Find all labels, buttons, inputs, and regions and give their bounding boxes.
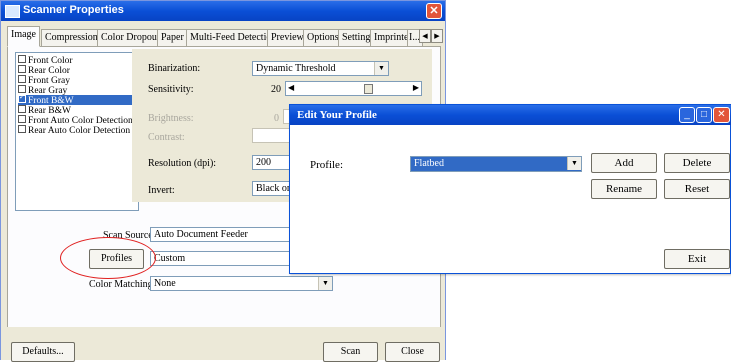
scan-source-select[interactable]: Auto Document Feeder <box>150 227 291 242</box>
checkbox[interactable] <box>18 65 26 73</box>
profile-label: Profile: <box>310 159 343 171</box>
binarization-label: Binarization: <box>148 63 201 74</box>
tab-preview[interactable]: Preview <box>267 29 308 46</box>
list-item[interactable]: Rear B&W <box>18 105 136 116</box>
scan-button[interactable]: Scan <box>323 342 378 362</box>
checkbox[interactable] <box>18 55 26 63</box>
list-item[interactable]: Rear Color <box>18 65 136 76</box>
sensitivity-slider[interactable]: ◀ ▶ <box>285 81 422 96</box>
dialog-title: Edit Your Profile <box>297 109 377 121</box>
image-type-list[interactable]: Front Color Rear Color Front Gray Rear G… <box>15 52 139 211</box>
tab-compression[interactable]: Compression <box>41 29 102 46</box>
resolution-label: Resolution (dpi): <box>148 158 217 169</box>
contrast-slider[interactable] <box>252 128 291 143</box>
scanner-title-bar[interactable]: Scanner Properties ✕ <box>1 1 445 21</box>
delete-button[interactable]: Delete <box>664 153 730 173</box>
reset-button[interactable]: Reset <box>664 179 730 199</box>
list-item[interactable]: Rear Gray <box>18 85 136 96</box>
close-icon[interactable]: ✕ <box>426 3 442 19</box>
chevron-down-icon[interactable]: ▼ <box>374 62 388 75</box>
list-item[interactable]: Rear Auto Color Detection <box>18 125 136 136</box>
scanner-window-title: Scanner Properties <box>23 4 124 16</box>
tab-image[interactable]: Image <box>7 26 40 47</box>
chevron-down-icon[interactable]: ▼ <box>567 157 581 170</box>
checkbox[interactable] <box>18 115 26 123</box>
color-matching-label: Color Matching: <box>89 279 156 290</box>
maximize-icon[interactable]: □ <box>696 107 712 123</box>
slider-thumb[interactable] <box>364 84 373 94</box>
list-item[interactable]: Front Color <box>18 55 136 66</box>
brightness-value: 0 <box>274 113 279 124</box>
minimize-icon[interactable]: _ <box>679 107 695 123</box>
color-matching-select[interactable]: None ▼ <box>150 276 333 291</box>
tab-options[interactable]: Options <box>303 29 343 46</box>
tab-paper[interactable]: Paper <box>157 29 188 46</box>
binarization-select[interactable]: Dynamic Threshold ▼ <box>252 61 389 76</box>
scanner-app-icon <box>5 5 20 18</box>
close-button[interactable]: Close <box>385 342 440 362</box>
list-item-selected[interactable]: ✓ Front B&W <box>18 93 136 106</box>
rename-button[interactable]: Rename <box>591 179 657 199</box>
checkbox[interactable] <box>18 75 26 83</box>
sensitivity-label: Sensitivity: <box>148 84 194 95</box>
highlight-circle <box>60 237 156 279</box>
brightness-label: Brightness: <box>148 113 194 124</box>
checkbox[interactable] <box>18 105 26 113</box>
slider-left-arrow-icon[interactable]: ◀ <box>288 83 294 92</box>
list-item[interactable]: Front Gray <box>18 75 136 86</box>
tab-scroll-right-icon[interactable]: ▶ <box>431 29 443 43</box>
invert-label: Invert: <box>148 185 175 196</box>
slider-right-arrow-icon[interactable]: ▶ <box>413 83 419 92</box>
profile-select[interactable]: Flatbed ▼ <box>410 156 582 172</box>
add-button[interactable]: Add <box>591 153 657 173</box>
list-item[interactable]: Front Auto Color Detection <box>18 115 136 126</box>
tab-setting[interactable]: Setting <box>338 29 375 46</box>
defaults-button[interactable]: Defaults... <box>11 342 75 362</box>
checkbox[interactable] <box>18 125 26 133</box>
invert-select[interactable]: Black on W <box>252 181 291 196</box>
chevron-down-icon[interactable]: ▼ <box>318 277 332 290</box>
dialog-title-bar[interactable]: Edit Your Profile _ □ ✕ <box>290 105 731 125</box>
edit-profile-dialog: Edit Your Profile _ □ ✕ Profile: Flatbed… <box>289 104 731 274</box>
close-icon[interactable]: ✕ <box>713 107 730 123</box>
sensitivity-value: 20 <box>271 84 281 95</box>
contrast-label: Contrast: <box>148 132 185 143</box>
tab-scroll-left-icon[interactable]: ◀ <box>419 29 431 43</box>
checkbox-checked-icon[interactable]: ✓ <box>18 93 26 103</box>
exit-button[interactable]: Exit <box>664 249 730 269</box>
resolution-select[interactable]: 200 <box>252 155 291 170</box>
tab-color-dropout[interactable]: Color Dropout <box>97 29 164 46</box>
profiles-select[interactable]: Custom <box>150 251 291 266</box>
